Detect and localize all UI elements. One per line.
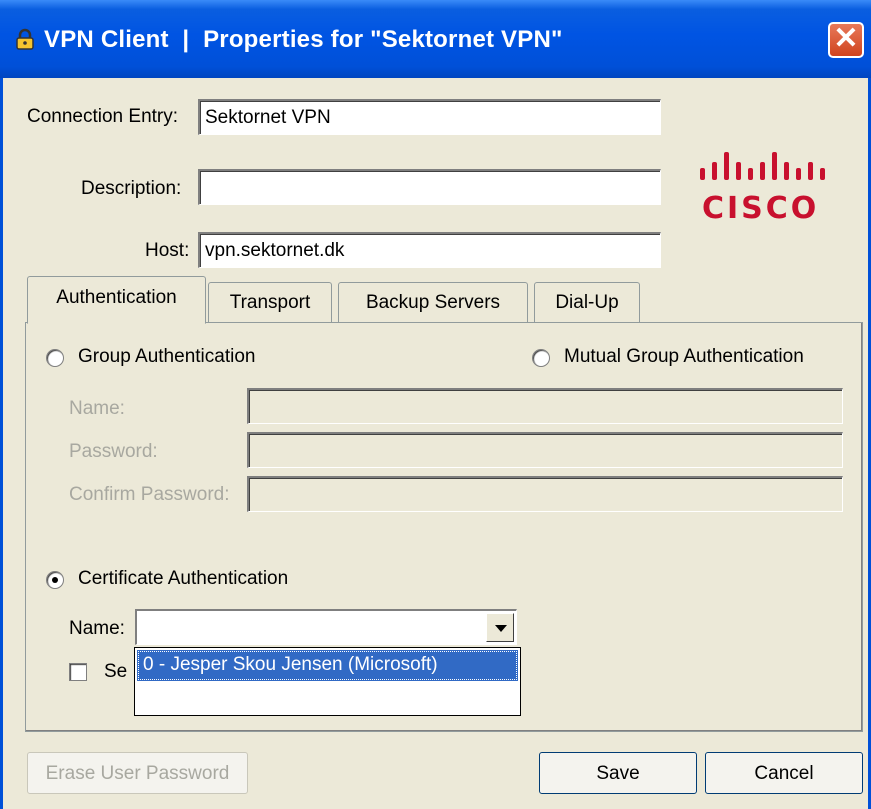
description-input[interactable] [198,169,661,205]
dropdown-option[interactable]: 0 - Jesper Skou Jensen (Microsoft) [137,650,518,681]
window-title: VPN Client | Properties for "Sektornet V… [44,26,563,53]
cancel-button[interactable]: Cancel [705,752,863,794]
erase-user-password-button[interactable]: Erase User Password [27,752,248,794]
group-name-label: Name: [69,398,125,419]
cert-name-label: Name: [69,618,125,639]
send-checkbox[interactable] [69,663,87,681]
cisco-wordmark: CISCO [702,191,820,226]
tab-dial-up-label: Dial-Up [555,292,619,313]
title-bar[interactable]: VPN Client | Properties for "Sektornet V… [0,0,871,78]
description-label: Description: [81,178,182,199]
tab-transport[interactable]: Transport [208,282,332,322]
connection-entry-label: Connection Entry: [27,106,179,127]
group-name-input[interactable] [247,388,843,424]
confirm-password-label: Confirm Password: [69,484,230,505]
cert-auth-radio[interactable] [46,571,64,589]
mutual-group-auth-label: Mutual Group Authentication [564,346,804,367]
connection-entry-input[interactable]: Sektornet VPN [198,99,661,135]
confirm-password-input[interactable] [247,476,843,512]
tab-transport-label: Transport [229,292,311,313]
host-label: Host: [145,240,190,261]
group-auth-radio[interactable] [46,349,64,367]
cisco-logo: CISCO [694,150,834,230]
cert-dropdown-list: 0 - Jesper Skou Jensen (Microsoft) [134,647,521,716]
close-button[interactable]: ✕ [828,22,864,58]
tab-authentication[interactable]: Authentication [27,276,206,324]
cert-name-combobox[interactable] [135,609,517,645]
group-password-label: Password: [69,441,158,462]
group-password-input[interactable] [247,432,843,468]
dropdown-button[interactable] [486,613,514,642]
cert-auth-label: Certificate Authentication [78,568,289,589]
radio-selected-dot [52,577,58,583]
send-checkbox-label: Se [104,661,128,682]
group-auth-label: Group Authentication [78,346,256,367]
lock-icon [16,28,34,50]
tab-authentication-label: Authentication [56,287,177,308]
close-icon: ✕ [833,22,859,55]
mutual-group-auth-radio[interactable] [532,349,550,367]
tab-dial-up[interactable]: Dial-Up [534,282,640,322]
host-input[interactable]: vpn.sektornet.dk [198,232,661,268]
chevron-down-icon [495,625,507,632]
save-button[interactable]: Save [539,752,697,794]
cisco-bars-icon [700,152,825,180]
tab-backup-servers[interactable]: Backup Servers [338,282,528,322]
tab-backup-servers-label: Backup Servers [365,292,501,313]
